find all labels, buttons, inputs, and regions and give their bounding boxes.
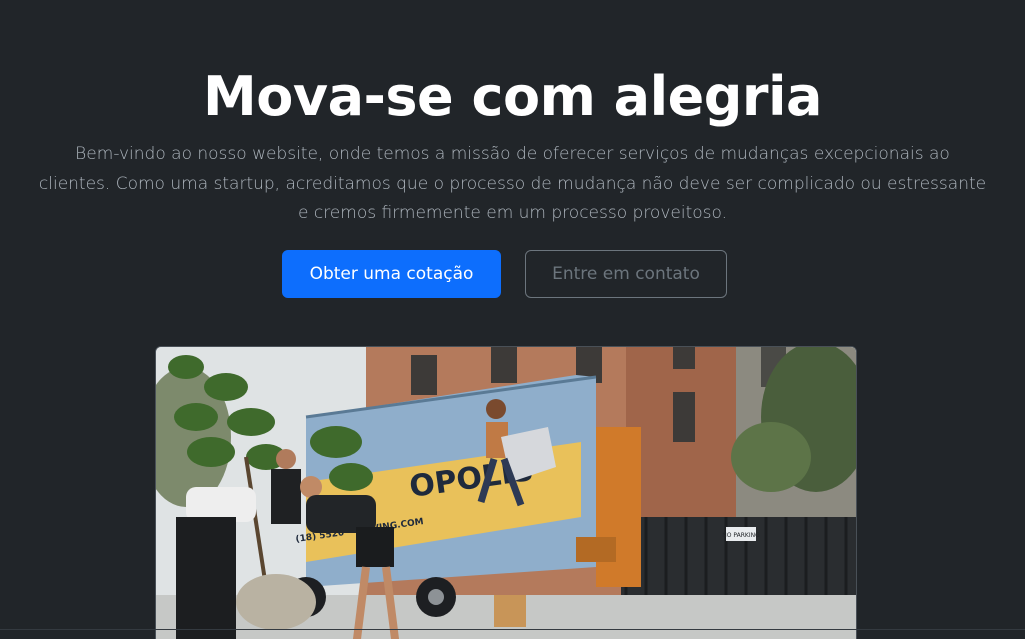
hero-photo: NO PARKING OPOLIS (18) 5520 • MOVING.COM [155, 346, 857, 639]
no-parking-sign: NO PARKING [722, 532, 760, 539]
contact-button[interactable]: Entre em contato [525, 250, 727, 298]
lead-line-2: clientes. Como uma startup, acreditamos … [38, 173, 987, 194]
moving-truck-illustration: NO PARKING OPOLIS (18) 5520 • MOVING.COM [156, 347, 856, 639]
lead-line-1: Bem-vindo ao nosso website, onde temos a… [75, 144, 950, 164]
get-quote-button[interactable]: Obter uma cotação [282, 250, 501, 298]
hero-section: Mova-se com alegria Bem-vindo ao nosso w… [0, 0, 1025, 639]
page-title: Mova-se com alegria [203, 65, 822, 128]
lead-line-3: e cremos firmemente em um processo prove… [297, 203, 728, 223]
hero-lead-text: Bem-vindo ao nosso website, onde temos a… [30, 140, 995, 229]
section-divider [0, 629, 1025, 630]
